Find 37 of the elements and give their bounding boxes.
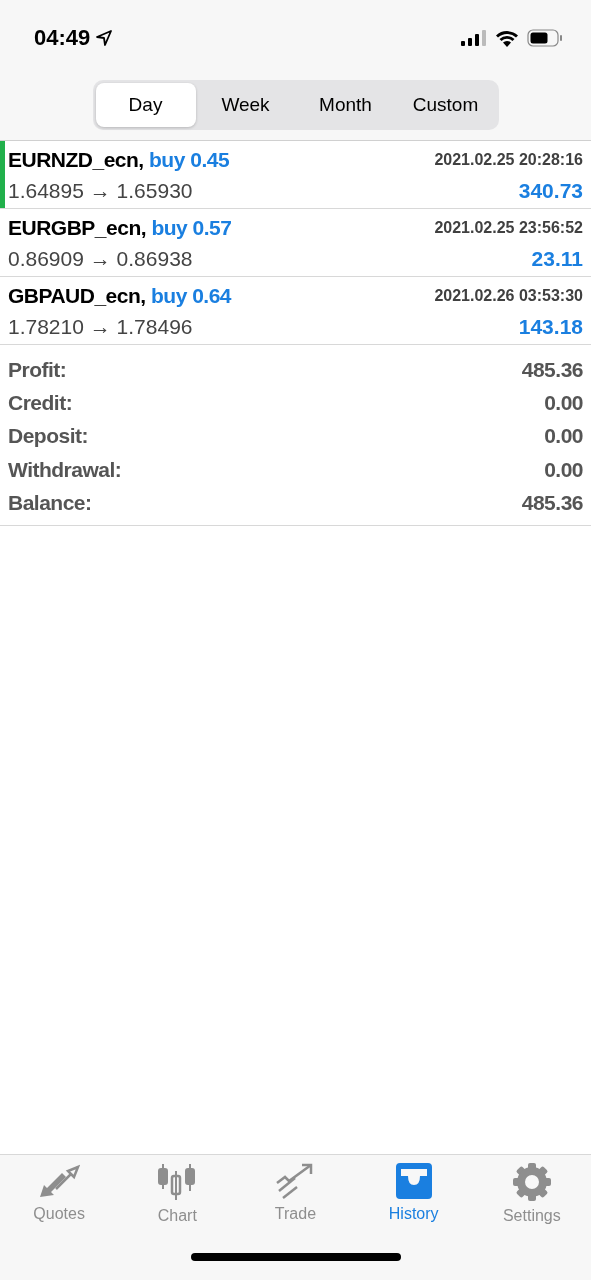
- battery-icon: [527, 28, 563, 47]
- summary-value: 0.00: [544, 390, 583, 415]
- summary-value: 0.00: [544, 457, 583, 482]
- summary-value: 485.36: [521, 357, 583, 382]
- summary-value: 0.00: [544, 424, 583, 449]
- deal-time: 2021.02.25 20:28:16: [434, 150, 583, 169]
- deal-profit: 143.18: [518, 314, 583, 339]
- summary-label: Balance:: [8, 490, 92, 515]
- deal-profit: 23.11: [531, 246, 583, 271]
- tab-bar-item[interactable]: History: [363, 1163, 464, 1225]
- deal-title: EURNZD_ecn, buy 0.45: [8, 147, 230, 172]
- summary-label: Withdrawal:: [8, 457, 122, 482]
- deal-prices: 1.78210 → 1.78496: [8, 314, 193, 339]
- signal-icon: [461, 29, 487, 46]
- deal-title: GBPAUD_ecn, buy 0.64: [8, 283, 232, 308]
- summary-label: Profit:: [8, 357, 67, 382]
- inbox-icon: [393, 1163, 434, 1199]
- period-tab[interactable]: Day: [95, 83, 196, 127]
- settings-icon: [512, 1163, 551, 1201]
- summary-label: Credit:: [8, 390, 73, 415]
- deal-time: 2021.02.26 03:53:30: [434, 286, 583, 305]
- candlestick-icon: [157, 1163, 198, 1201]
- deal-row[interactable]: GBPAUD_ecn, buy 0.64 2021.02.26 03:53:30 1.78210 → 1.78496 143.18: [0, 277, 591, 345]
- deal-title: EURGBP_ecn, buy 0.57: [8, 215, 232, 240]
- deal-prices: 0.86909 → 0.86938: [8, 246, 193, 271]
- period-tab[interactable]: Month: [295, 83, 396, 127]
- deal-time: 2021.02.25 23:56:52: [434, 218, 583, 237]
- summary-value: 485.36: [521, 490, 583, 515]
- deal-prices: 1.64895 → 1.65930: [8, 178, 193, 203]
- clock-time: 04:49: [34, 24, 91, 51]
- location-arrow-icon: [96, 29, 113, 46]
- period-tab[interactable]: Week: [195, 83, 296, 127]
- deal-profit: 340.73: [518, 178, 583, 203]
- period-tab[interactable]: Custom: [395, 83, 496, 127]
- arrows-icon: [38, 1163, 81, 1199]
- summary-label: Deposit:: [8, 424, 88, 449]
- wifi-icon: [495, 28, 519, 47]
